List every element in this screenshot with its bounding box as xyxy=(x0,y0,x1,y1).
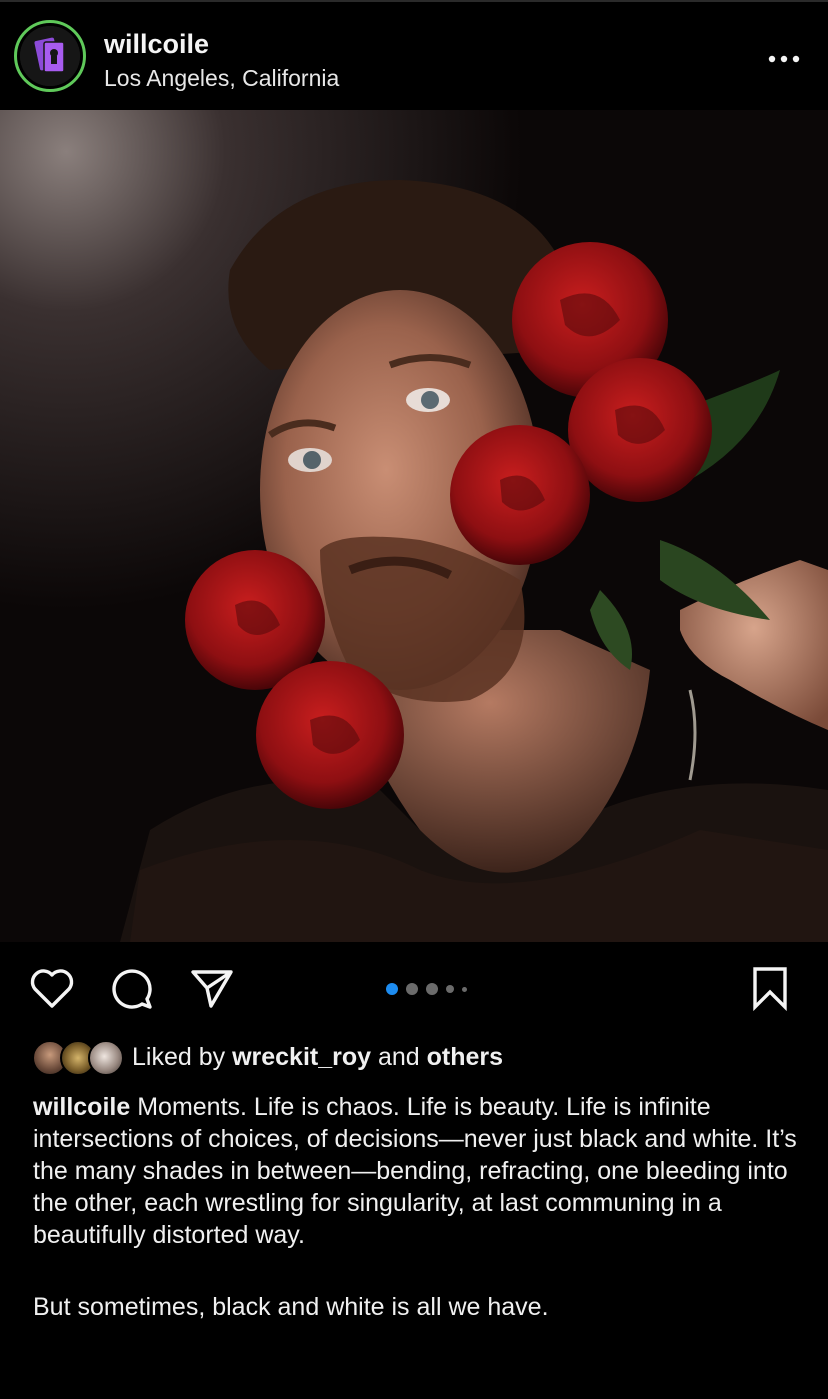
send-icon xyxy=(191,970,233,1008)
liker-username[interactable]: wreckit_roy xyxy=(232,1043,371,1071)
carousel-dot-active xyxy=(386,983,398,995)
post-username[interactable]: willcoile xyxy=(104,29,209,60)
share-button[interactable] xyxy=(186,964,238,1012)
likes-text: Liked by wreckit_roy and others xyxy=(132,1043,503,1072)
liker-avatars[interactable] xyxy=(32,1039,124,1076)
avatar[interactable] xyxy=(20,26,80,86)
tarot-cards-logo-icon xyxy=(20,26,80,86)
carousel-dot xyxy=(426,983,438,995)
caption-paragraph: willcoile Moments. Life is chaos. Life i… xyxy=(33,1091,803,1251)
save-button[interactable] xyxy=(744,962,796,1014)
carousel-dot xyxy=(446,985,454,993)
more-horizontal-icon xyxy=(768,55,800,63)
caption-text: Moments. Life is chaos. Life is beauty. … xyxy=(33,1093,797,1249)
caption-paragraph-2: But sometimes, black and white is all we… xyxy=(33,1293,549,1321)
heart-icon xyxy=(30,969,74,1008)
caption-username[interactable]: willcoile xyxy=(33,1093,130,1121)
carousel-indicator xyxy=(386,982,467,996)
post-location[interactable]: Los Angeles, California xyxy=(104,65,339,92)
comment-icon xyxy=(112,969,152,1009)
comment-button[interactable] xyxy=(106,964,158,1012)
likes-others-link[interactable]: others xyxy=(427,1043,503,1071)
likes-prefix: Liked by xyxy=(132,1042,233,1071)
carousel-dot xyxy=(462,986,467,992)
likes-row[interactable]: Liked by wreckit_roy and others xyxy=(32,1038,503,1076)
post-caption: willcoile Moments. Life is chaos. Life i… xyxy=(33,1091,803,1323)
likes-joiner: and xyxy=(371,1042,427,1071)
like-button[interactable] xyxy=(26,964,78,1012)
more-options-button[interactable] xyxy=(762,42,806,76)
liker-avatar xyxy=(88,1040,124,1076)
post-header: willcoile Los Angeles, California xyxy=(0,2,828,110)
story-ring[interactable] xyxy=(14,20,86,92)
portrait-image xyxy=(0,110,828,942)
carousel-dot xyxy=(406,983,418,995)
post-photo[interactable] xyxy=(0,110,828,942)
bookmark-icon xyxy=(753,967,787,1011)
